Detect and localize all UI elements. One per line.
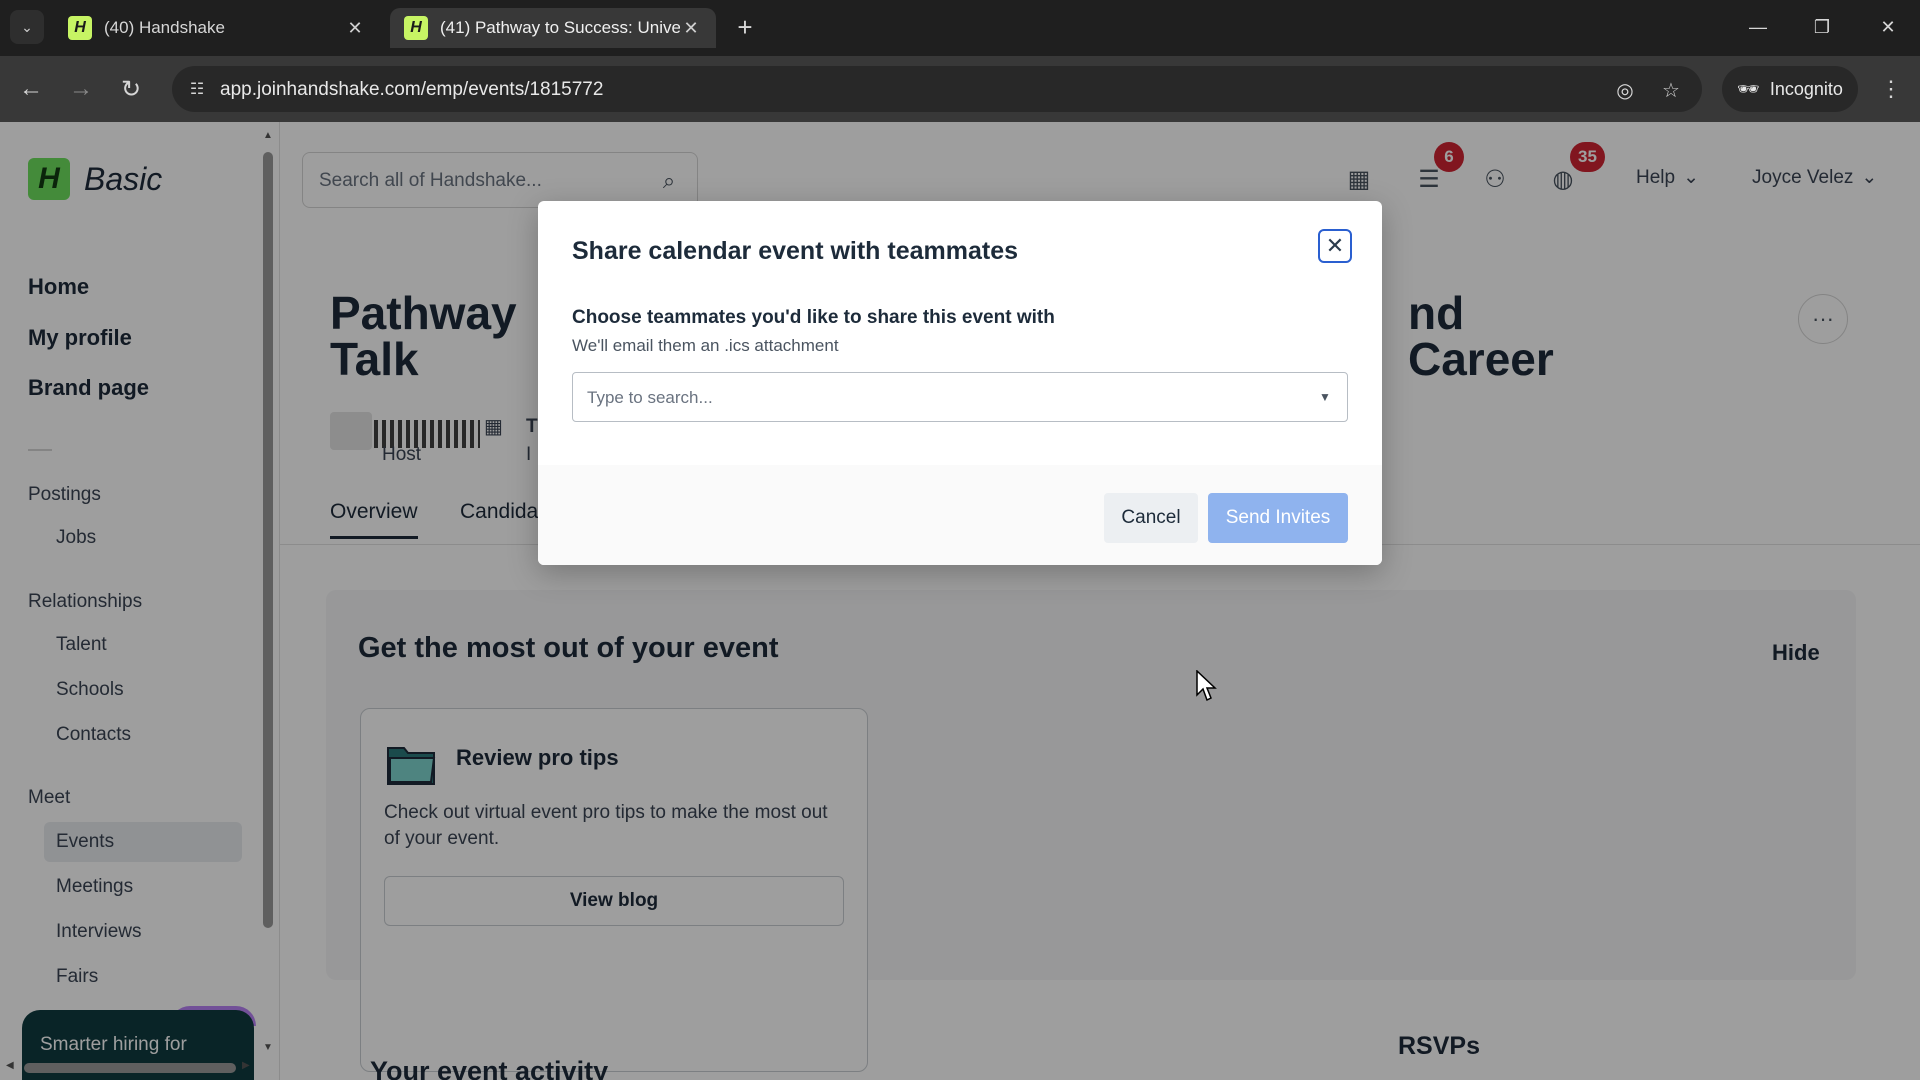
tab-close-icon[interactable]: ✕ [344, 18, 366, 39]
forward-arrow-icon[interactable]: → [64, 72, 98, 106]
teammates-label: Choose teammates you'd like to share thi… [572, 307, 1055, 328]
tab-search-chevron-icon[interactable]: ⌄ [10, 10, 44, 44]
restore-icon[interactable]: ❐ [1802, 10, 1842, 44]
browser-menu-icon[interactable]: ⋮ [1876, 72, 1906, 106]
new-tab-plus-icon[interactable]: + [730, 12, 760, 42]
minimize-icon[interactable]: — [1738, 10, 1778, 44]
mouse-cursor-icon [1196, 670, 1217, 702]
cancel-button[interactable]: Cancel [1104, 493, 1198, 543]
modal-title: Share calendar event with teammates [572, 237, 1019, 265]
share-calendar-modal: Share calendar event with teammates ✕ Ch… [538, 201, 1382, 565]
teammates-sublabel: We'll email them an .ics attachment [572, 336, 839, 355]
incognito-label: Incognito [1769, 78, 1843, 99]
browser-tab-event[interactable]: H (41) Pathway to Success: Univer ✕ [390, 8, 716, 48]
browser-tab-bar: ⌄ H (40) Handshake ✕ H (41) Pathway to S… [0, 0, 1920, 56]
reload-icon[interactable]: ↻ [114, 72, 148, 106]
incognito-indicator[interactable]: 🕶 Incognito [1722, 66, 1858, 112]
tab-close-icon[interactable]: ✕ [680, 18, 702, 39]
teammates-search-input[interactable] [587, 386, 1287, 410]
incognito-icon: 🕶 [1737, 78, 1760, 99]
teammates-select[interactable]: ▼ [572, 372, 1348, 422]
modal-footer: Cancel Send Invites [538, 465, 1382, 565]
back-arrow-icon[interactable]: ← [14, 72, 48, 106]
handshake-favicon-icon: H [404, 16, 428, 40]
send-invites-button[interactable]: Send Invites [1208, 493, 1348, 543]
browser-toolbar: ← → ↻ ☷ app.joinhandshake.com/emp/events… [0, 56, 1920, 122]
tab-title: (40) Handshake [104, 18, 225, 37]
url-text: app.joinhandshake.com/emp/events/1815772 [220, 79, 604, 100]
app-root: H Basic Home My profile Brand page Posti… [0, 122, 1920, 1080]
window-close-icon[interactable]: ✕ [1868, 10, 1908, 44]
close-icon[interactable]: ✕ [1318, 229, 1352, 263]
eye-off-icon[interactable]: ◎ [1612, 77, 1638, 103]
site-settings-icon[interactable]: ☷ [186, 78, 208, 100]
tab-title: (41) Pathway to Success: Univer [440, 18, 680, 37]
browser-tab-handshake[interactable]: H (40) Handshake ✕ [54, 8, 380, 48]
chevron-down-icon[interactable]: ▼ [1315, 387, 1335, 407]
handshake-favicon-icon: H [68, 16, 92, 40]
star-bookmark-icon[interactable]: ☆ [1658, 77, 1684, 103]
address-bar[interactable]: ☷ app.joinhandshake.com/emp/events/18157… [172, 66, 1702, 112]
